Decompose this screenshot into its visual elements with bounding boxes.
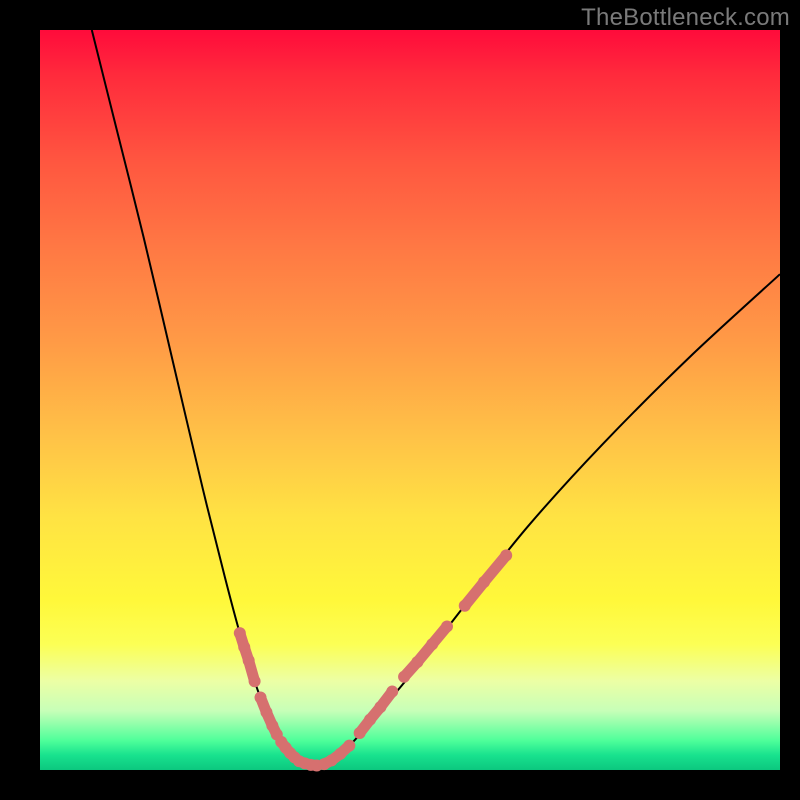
marker-dot [478, 576, 490, 588]
marker-dot [354, 727, 366, 739]
marker-dot [374, 701, 386, 713]
marker-dot [459, 600, 471, 612]
marker-dot [398, 671, 410, 683]
marker-dot [426, 638, 438, 650]
marker-dot [260, 706, 272, 718]
plot-area [40, 30, 780, 770]
marker-dot [334, 748, 346, 760]
marker-dot [343, 740, 355, 752]
marker-layer [234, 549, 512, 771]
marker-dot [386, 686, 398, 698]
curve-svg [40, 30, 780, 770]
curve-left-branch [92, 30, 314, 766]
marker-dot [364, 714, 376, 726]
marker-dot [238, 641, 250, 653]
marker-dot [500, 549, 512, 561]
marker-dot [234, 627, 246, 639]
marker-dot [411, 656, 423, 668]
watermark-text: TheBottleneck.com [581, 4, 790, 32]
marker-dot [255, 691, 267, 703]
marker-dot [249, 675, 261, 687]
curve-right-branch [314, 274, 780, 766]
chart-frame: TheBottleneck.com [0, 0, 800, 800]
marker-dot [243, 654, 255, 666]
marker-dot [441, 620, 453, 632]
